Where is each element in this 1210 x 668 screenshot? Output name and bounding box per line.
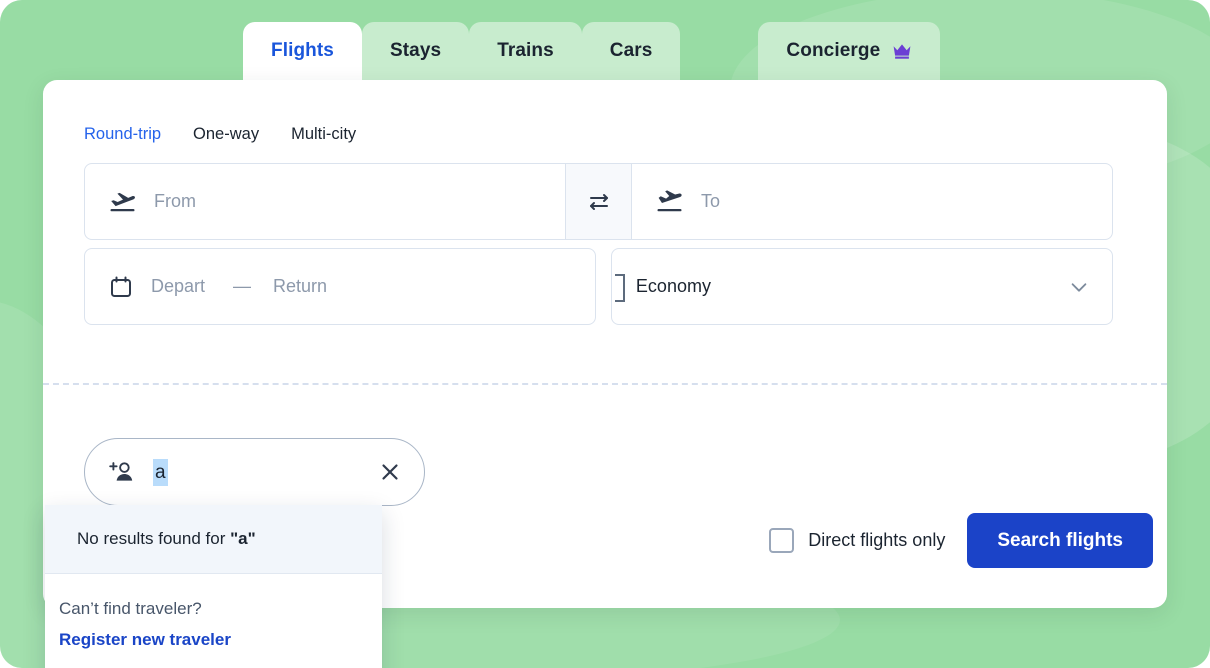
trip-type-multi-city[interactable]: Multi-city xyxy=(291,125,356,144)
checkbox-box[interactable] xyxy=(769,528,795,553)
date-range-separator: — xyxy=(233,276,252,296)
tab-concierge-label: Concierge xyxy=(786,40,881,61)
trip-type-one-way-label: One-way xyxy=(193,125,260,143)
plane-takeoff-icon xyxy=(109,190,136,214)
to-field-placeholder: To xyxy=(701,191,721,211)
to-field[interactable]: To xyxy=(631,163,1113,240)
traveler-search-wrap: a xyxy=(84,438,425,506)
return-date-placeholder: Return xyxy=(273,276,328,296)
cabin-class-select[interactable]: Economy xyxy=(610,248,1113,325)
no-results-message: No results found for "a" xyxy=(45,505,382,574)
register-new-traveler-link[interactable]: Register new traveler xyxy=(59,630,382,650)
trip-type-round-trip-label: Round-trip xyxy=(84,125,162,143)
trip-type-multi-city-label: Multi-city xyxy=(291,125,357,143)
direct-flights-only-label: Direct flights only xyxy=(808,530,946,550)
tab-bar-spacer xyxy=(680,22,758,80)
tab-trains-label: Trains xyxy=(497,40,554,61)
traveler-results-dropdown: No results found for "a" Can’t find trav… xyxy=(45,505,382,668)
tab-trains[interactable]: Trains xyxy=(469,22,582,80)
tab-flights-label: Flights xyxy=(271,40,334,61)
dropdown-footer: Can’t find traveler? Register new travel… xyxy=(45,574,382,668)
no-results-query: "a" xyxy=(230,529,256,548)
depart-date-placeholder: Depart xyxy=(151,276,206,296)
traveler-search-value: a xyxy=(153,458,168,486)
crown-icon xyxy=(892,43,912,60)
tab-stays[interactable]: Stays xyxy=(361,22,470,80)
cabin-class-value: Economy xyxy=(635,276,711,296)
close-icon[interactable] xyxy=(378,460,402,484)
trip-type-round-trip[interactable]: Round-trip xyxy=(84,125,161,144)
date-range-field[interactable]: Depart — Return xyxy=(84,248,597,325)
section-divider xyxy=(43,383,1167,385)
search-flights-button[interactable]: Search flights xyxy=(967,513,1153,568)
tab-cars-label: Cars xyxy=(609,40,653,61)
row-spacer xyxy=(596,248,611,325)
chevron-down-icon xyxy=(1068,276,1090,298)
tab-flights[interactable]: Flights xyxy=(243,22,362,80)
tab-stays-label: Stays xyxy=(389,40,442,61)
dates-cabin-row: Depart — Return Economy xyxy=(84,248,1113,325)
trip-type-one-way[interactable]: One-way xyxy=(193,125,259,144)
app-root: Flights Stays Trains Cars Concierge Roun… xyxy=(0,0,1210,668)
primary-tab-group: Flights Stays Trains Cars xyxy=(243,22,681,80)
tab-concierge[interactable]: Concierge xyxy=(758,22,941,80)
main-tab-bar: Flights Stays Trains Cars Concierge xyxy=(243,22,941,80)
calendar-icon xyxy=(109,275,133,299)
from-field[interactable]: From xyxy=(84,163,566,240)
search-actions: Direct flights only Search flights xyxy=(769,513,1153,568)
origin-destination-row: From To xyxy=(84,163,1113,240)
swap-horizontal-icon xyxy=(587,190,611,214)
tab-cars[interactable]: Cars xyxy=(581,22,681,80)
direct-flights-only-checkbox[interactable]: Direct flights only xyxy=(769,528,945,553)
from-field-placeholder: From xyxy=(154,191,196,211)
person-add-icon xyxy=(107,460,135,484)
cant-find-traveler-label: Can’t find traveler? xyxy=(59,599,202,618)
no-results-prefix: No results found for xyxy=(77,529,231,548)
plane-landing-icon xyxy=(656,189,683,214)
trip-type-selector: Round-trip One-way Multi-city xyxy=(84,125,356,144)
secondary-tab-group: Concierge xyxy=(758,22,941,80)
swap-origin-destination-button[interactable] xyxy=(566,163,631,240)
traveler-search-input[interactable]: a xyxy=(84,438,425,506)
